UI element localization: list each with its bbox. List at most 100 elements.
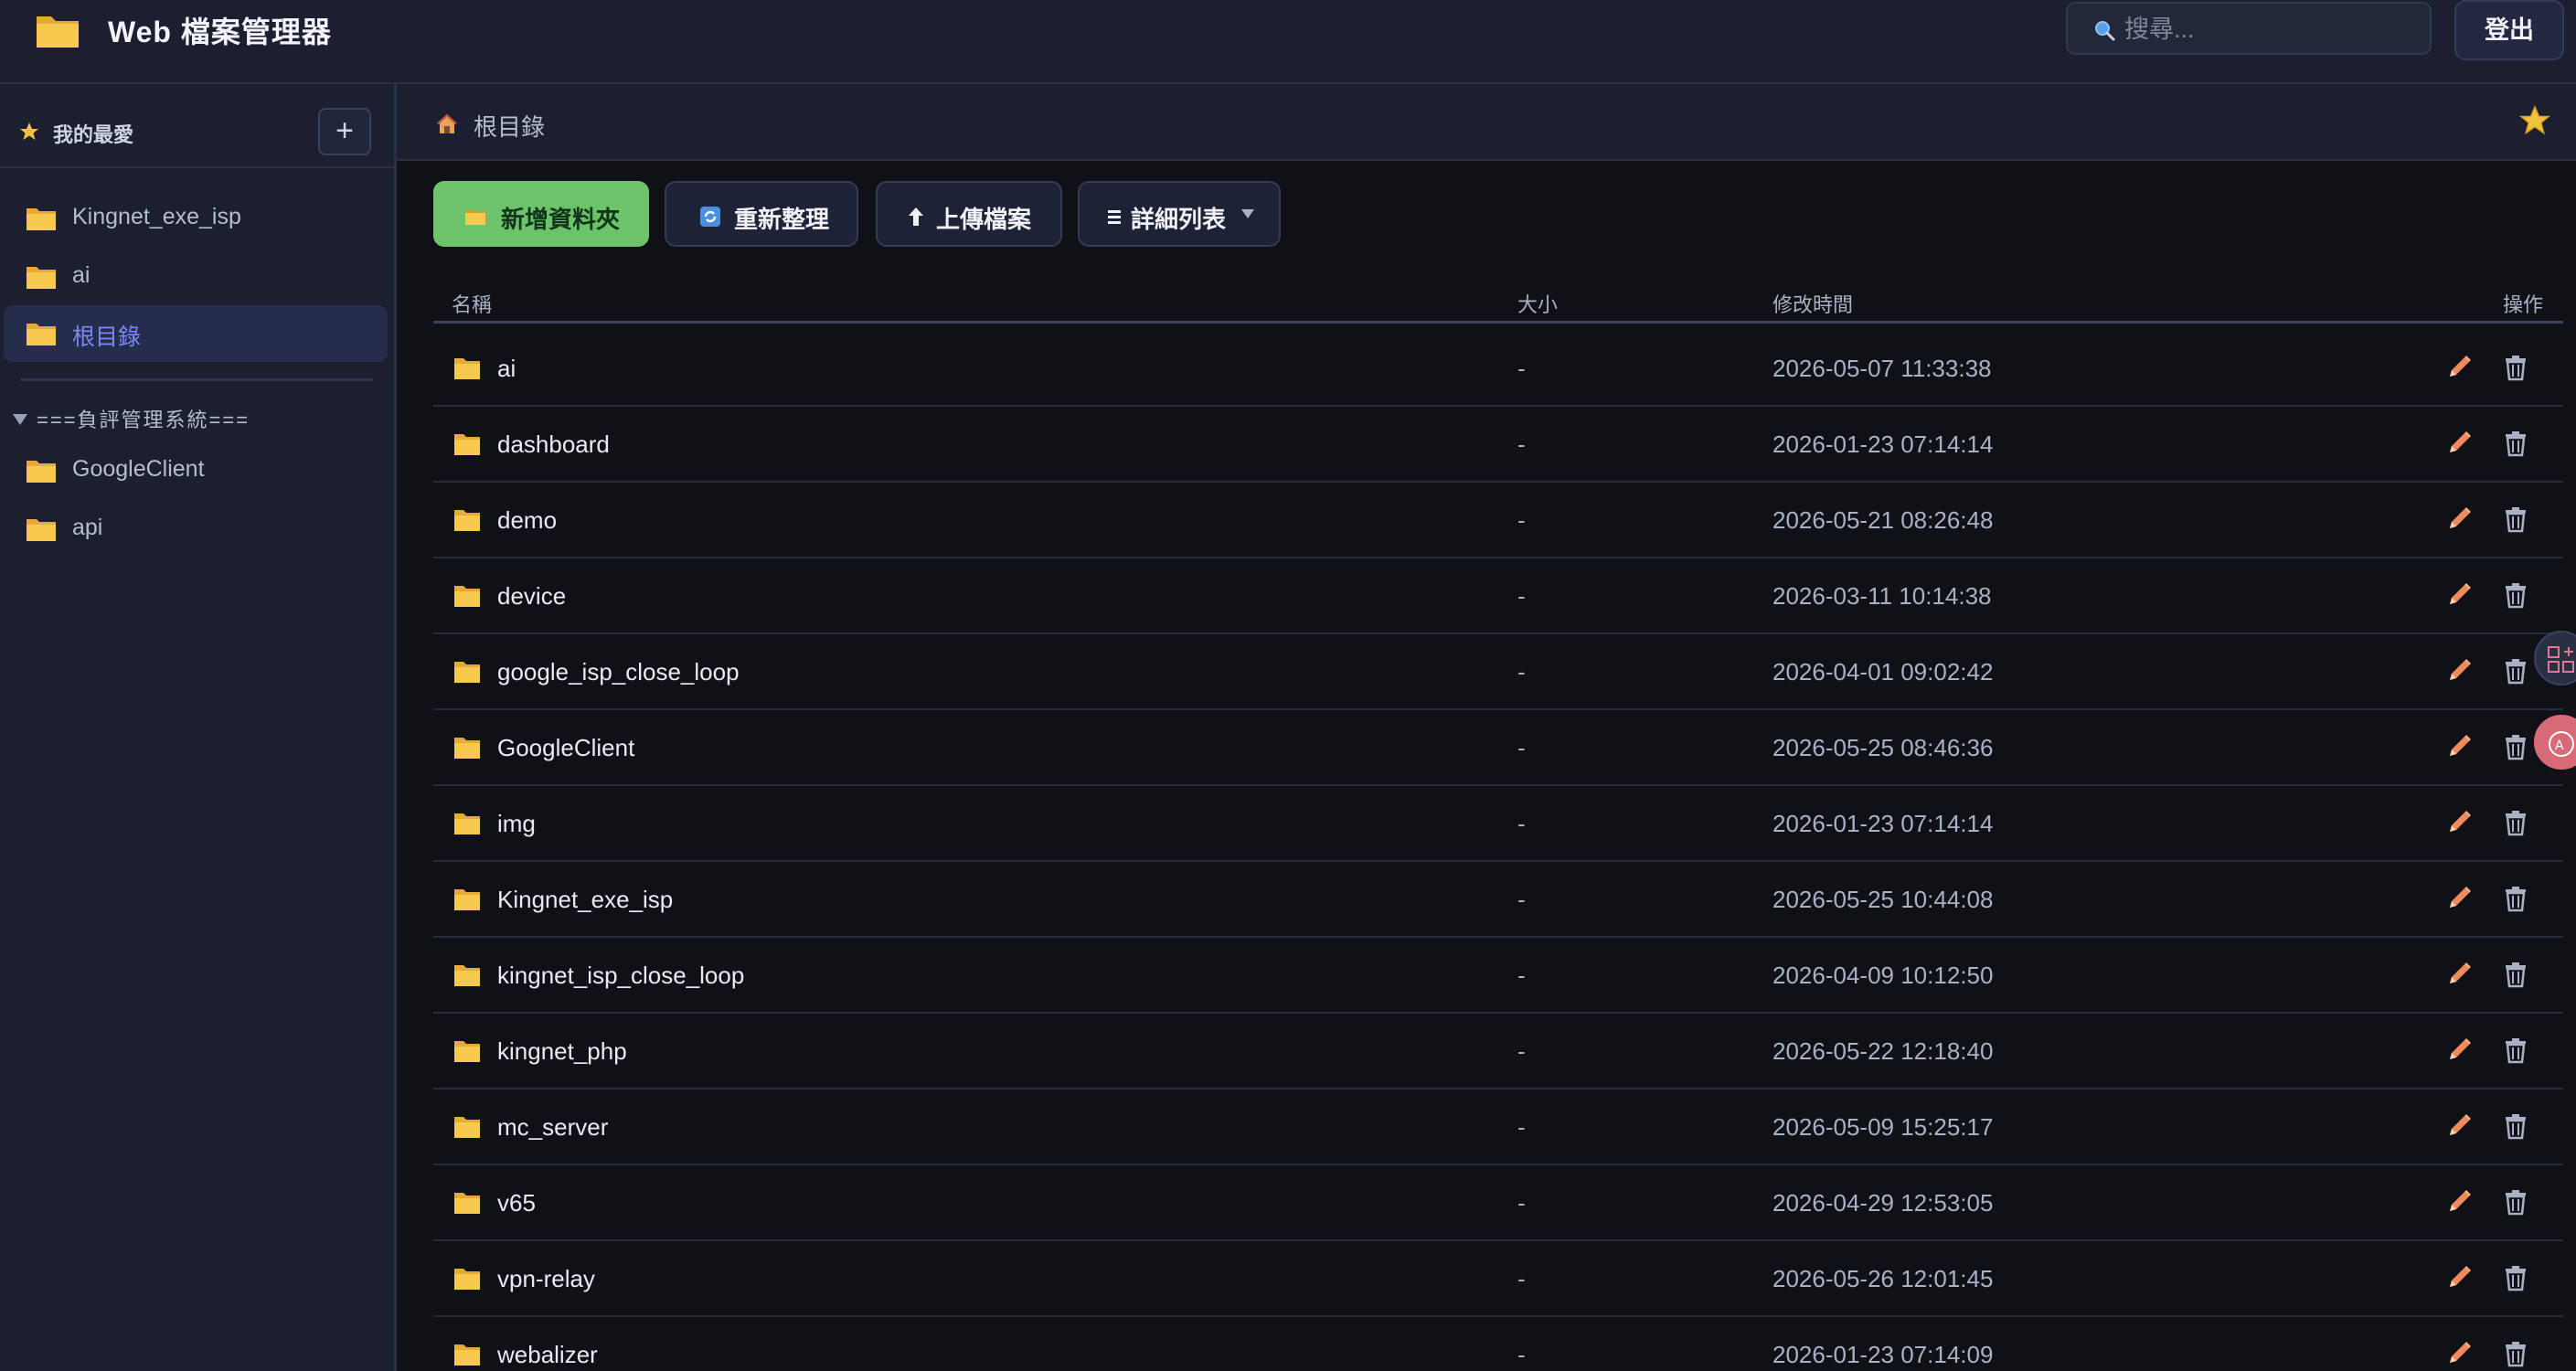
table-row[interactable]: ai - 2026-05-07 11:33:38 xyxy=(433,331,2563,407)
folder-icon xyxy=(454,586,480,607)
file-name[interactable]: device xyxy=(497,582,566,611)
file-name[interactable]: v65 xyxy=(497,1189,536,1217)
file-name[interactable]: vpn-relay xyxy=(497,1265,595,1293)
edit-pencil-icon[interactable] xyxy=(2444,580,2474,610)
table-row[interactable]: v65 - 2026-04-29 12:53:05 xyxy=(433,1165,2563,1241)
add-favorite-button[interactable]: + xyxy=(318,108,371,155)
column-size[interactable]: 大小 xyxy=(1517,289,1558,318)
file-name[interactable]: mc_server xyxy=(497,1113,608,1142)
edit-pencil-icon[interactable] xyxy=(2444,656,2474,686)
view-mode-dropdown[interactable]: 詳細列表 xyxy=(1078,181,1281,247)
file-name[interactable]: kingnet_php xyxy=(497,1037,627,1066)
edit-pencil-icon[interactable] xyxy=(2444,1263,2474,1292)
favorites-title: 我的最愛 xyxy=(53,123,134,146)
trash-icon[interactable] xyxy=(2501,656,2530,686)
trash-icon[interactable] xyxy=(2501,1263,2530,1292)
file-name[interactable]: kingnet_isp_close_loop xyxy=(497,962,744,990)
sidebar-item-root[interactable]: 根目錄 xyxy=(4,305,388,362)
table-row[interactable]: device - 2026-03-11 10:14:38 xyxy=(433,558,2563,634)
new-folder-button[interactable]: 新增資料夾 xyxy=(433,181,649,247)
file-size: - xyxy=(1517,1341,1526,1368)
table-row[interactable]: demo - 2026-05-21 08:26:48 xyxy=(433,483,2563,558)
trash-icon[interactable] xyxy=(2501,1111,2530,1141)
file-name[interactable]: GoogleClient xyxy=(497,734,634,762)
file-name[interactable]: google_isp_close_loop xyxy=(497,658,740,686)
table-row[interactable]: img - 2026-01-23 07:14:14 xyxy=(433,786,2563,862)
trash-icon[interactable] xyxy=(2501,429,2530,458)
folder-icon xyxy=(454,965,480,986)
breadcrumb-root-link[interactable]: 根目錄 xyxy=(474,109,545,143)
favorite-star-icon[interactable] xyxy=(2518,104,2551,137)
trash-icon[interactable] xyxy=(2501,732,2530,761)
file-modified: 2026-05-21 08:26:48 xyxy=(1772,506,1994,534)
sidebar-group-toggle[interactable]: ===負評管理系統=== xyxy=(13,404,250,433)
edit-pencil-icon[interactable] xyxy=(2444,1111,2474,1141)
folder-icon xyxy=(454,434,480,455)
file-name[interactable]: ai xyxy=(497,355,516,383)
edit-pencil-icon[interactable] xyxy=(2444,960,2474,989)
file-modified: 2026-04-29 12:53:05 xyxy=(1772,1189,1994,1217)
upload-label: 上傳檔案 xyxy=(936,206,1032,233)
sidebar-item-label: api xyxy=(72,515,103,540)
folder-icon xyxy=(465,209,485,225)
sidebar-item-googleclient[interactable]: GoogleClient xyxy=(4,442,388,499)
file-modified: 2026-05-25 08:46:36 xyxy=(1772,734,1994,761)
edit-pencil-icon[interactable] xyxy=(2444,884,2474,913)
edit-pencil-icon[interactable] xyxy=(2444,1036,2474,1065)
sidebar-group-title: ===負評管理系統=== xyxy=(37,409,250,431)
file-name[interactable]: dashboard xyxy=(497,430,610,459)
table-row[interactable]: dashboard - 2026-01-23 07:14:14 xyxy=(433,407,2563,483)
trash-icon[interactable] xyxy=(2501,808,2530,837)
sidebar-item-kingnet-exe-isp[interactable]: Kingnet_exe_isp xyxy=(4,190,388,247)
file-name[interactable]: webalizer xyxy=(497,1341,598,1369)
file-modified: 2026-05-22 12:18:40 xyxy=(1772,1037,1994,1065)
table-row[interactable]: Kingnet_exe_isp - 2026-05-25 10:44:08 xyxy=(433,862,2563,938)
table-row[interactable]: google_isp_close_loop - 2026-04-01 09:02:4… xyxy=(433,634,2563,710)
folder-icon xyxy=(27,519,56,541)
edit-pencil-icon[interactable] xyxy=(2444,353,2474,382)
trash-icon[interactable] xyxy=(2501,960,2530,989)
file-modified: 2026-04-01 09:02:42 xyxy=(1772,658,1994,686)
breadcrumb: 根目錄 xyxy=(397,84,2576,161)
collapse-triangle-icon xyxy=(13,414,27,425)
sidebar-item-ai[interactable]: ai xyxy=(4,249,388,305)
edit-pencil-icon[interactable] xyxy=(2444,1187,2474,1217)
edit-pencil-icon[interactable] xyxy=(2444,732,2474,761)
trash-icon[interactable] xyxy=(2501,884,2530,913)
file-name[interactable]: demo xyxy=(497,506,557,535)
table-row[interactable]: webalizer - 2026-01-23 07:14:09 xyxy=(433,1317,2563,1371)
folder-icon xyxy=(454,358,480,379)
table-row[interactable]: mc_server - 2026-05-09 15:25:17 xyxy=(433,1089,2563,1165)
apps-icon xyxy=(2548,646,2574,673)
trash-icon[interactable] xyxy=(2501,1339,2530,1368)
search-input[interactable] xyxy=(2124,11,2417,48)
folder-icon xyxy=(454,1041,480,1062)
table-row[interactable]: vpn-relay - 2026-05-26 12:01:45 xyxy=(433,1241,2563,1317)
refresh-button[interactable]: 重新整理 xyxy=(665,181,858,247)
file-modified: 2026-01-23 07:14:09 xyxy=(1772,1341,1994,1368)
trash-icon[interactable] xyxy=(2501,1036,2530,1065)
column-actions: 操作 xyxy=(2503,293,2544,316)
edit-pencil-icon[interactable] xyxy=(2444,505,2474,534)
edit-pencil-icon[interactable] xyxy=(2444,808,2474,837)
table-row[interactable]: kingnet_isp_close_loop - 2026-04-09 10:12:… xyxy=(433,938,2563,1014)
file-modified: 2026-01-23 07:14:14 xyxy=(1772,810,1994,837)
trash-icon[interactable] xyxy=(2501,580,2530,610)
trash-icon[interactable] xyxy=(2501,1187,2530,1217)
file-name[interactable]: Kingnet_exe_isp xyxy=(497,886,673,914)
file-name[interactable]: img xyxy=(497,810,536,838)
file-size: - xyxy=(1517,1113,1526,1141)
table-row[interactable]: kingnet_php - 2026-05-22 12:18:40 xyxy=(433,1014,2563,1089)
upload-button[interactable]: 上傳檔案 xyxy=(876,181,1062,247)
column-modified[interactable]: 修改時間 xyxy=(1772,289,1853,318)
logout-button[interactable]: 登出 xyxy=(2454,0,2564,60)
column-name[interactable]: 名稱 xyxy=(452,289,492,318)
edit-pencil-icon[interactable] xyxy=(2444,429,2474,458)
trash-icon[interactable] xyxy=(2501,353,2530,382)
edit-pencil-icon[interactable] xyxy=(2444,1339,2474,1368)
search-box[interactable] xyxy=(2066,2,2432,55)
file-modified: 2026-05-25 10:44:08 xyxy=(1772,886,1994,913)
table-row[interactable]: GoogleClient - 2026-05-25 08:46:36 xyxy=(433,710,2563,786)
trash-icon[interactable] xyxy=(2501,505,2530,534)
sidebar-item-api[interactable]: api xyxy=(4,501,388,558)
